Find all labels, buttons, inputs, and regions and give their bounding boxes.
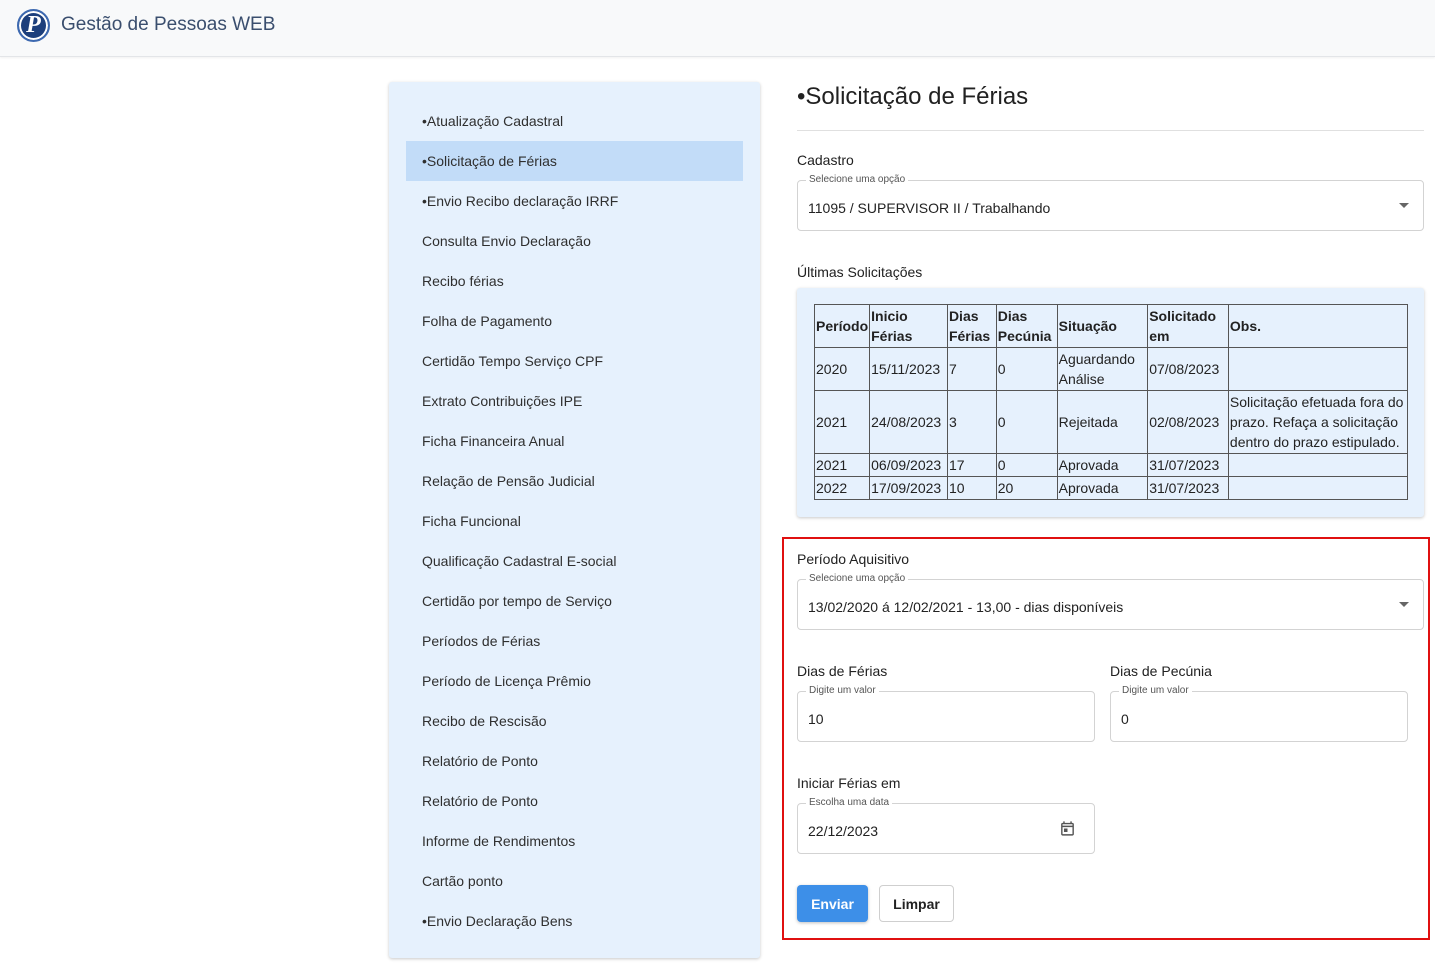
calendar-icon[interactable] <box>1059 820 1076 837</box>
logo-icon: P <box>17 9 50 42</box>
col-header-situacao: Situação <box>1056 304 1149 348</box>
iniciar-ferias-label: Iniciar Férias em <box>797 775 901 791</box>
dias-pecunia-legend: Digite um valor <box>1119 685 1192 697</box>
cell-situacao: Rejeitada <box>1056 390 1149 454</box>
cell-dias-ferias: 17 <box>946 453 997 477</box>
cell-solicitado: 31/07/2023 <box>1147 453 1229 477</box>
sidebar-item-ficha-financeira-anual[interactable]: Ficha Financeira Anual <box>406 421 743 461</box>
cell-situacao: Aprovada <box>1056 476 1149 500</box>
cadastro-label: Cadastro <box>797 152 854 168</box>
table-header-row: Período Inicio Férias Dias Férias Dias Pecú… <box>813 304 1409 348</box>
sidebar-item-licenca-premio[interactable]: Período de Licença Prêmio <box>406 661 743 701</box>
ultimas-solicitacoes-card: Período Inicio Férias Dias Férias Dias Pecú… <box>797 288 1424 517</box>
col-header-inicio-ferias: Inicio Férias <box>869 304 948 348</box>
cadastro-select[interactable]: Selecione uma opção 11095 / SUPERVISOR I… <box>797 174 1424 231</box>
sidebar-item-recibo-ferias[interactable]: Recibo férias <box>406 261 743 301</box>
solicitacoes-table: Período Inicio Férias Dias Férias Dias Pecú… <box>813 304 1409 500</box>
dias-pecunia-input[interactable]: Digite um valor 0 <box>1110 685 1408 742</box>
cell-inicio: 06/09/2023 <box>869 453 948 477</box>
cell-obs: Solicitação efetuada fora do prazo. Refaç… <box>1227 390 1409 454</box>
col-header-dias-ferias: Dias Férias <box>946 304 997 348</box>
periodo-aquisitivo-value: 13/02/2020 á 12/02/2021 - 13,00 - dias d… <box>808 599 1124 615</box>
sidebar-item-extrato-contribuicoes-ipe[interactable]: Extrato Contribuições IPE <box>406 381 743 421</box>
sidebar-item-envio-recibo-irrf[interactable]: •Envio Recibo declaração IRRF <box>406 181 743 221</box>
cell-solicitado: 07/08/2023 <box>1147 347 1229 391</box>
sidebar-item-consulta-envio-declaracao[interactable]: Consulta Envio Declaração <box>406 221 743 261</box>
cell-obs <box>1227 476 1409 500</box>
cell-inicio: 15/11/2023 <box>869 347 948 391</box>
cadastro-value: 11095 / SUPERVISOR II / Trabalhando <box>808 200 1051 216</box>
cell-periodo: 2020 <box>813 347 871 391</box>
periodo-aquisitivo-select[interactable]: Selecione uma opção 13/02/2020 á 12/02/2… <box>797 573 1424 630</box>
col-header-periodo: Período <box>813 304 871 348</box>
iniciar-ferias-value: 22/12/2023 <box>808 823 879 839</box>
iniciar-ferias-legend: Escolha uma data <box>806 797 893 809</box>
sidebar-item-periodos-ferias[interactable]: Períodos de Férias <box>406 621 743 661</box>
table-row: 2022 17/09/2023 10 20 Aprovada 31/07/202… <box>813 476 1409 500</box>
cell-periodo: 2021 <box>813 390 871 454</box>
cell-dias-ferias: 7 <box>946 347 997 391</box>
col-header-obs: Obs. <box>1227 304 1409 348</box>
app-bar: P Gestão de Pessoas WEB <box>0 0 1435 57</box>
sidebar-item-ficha-funcional[interactable]: Ficha Funcional <box>406 501 743 541</box>
cell-inicio: 17/09/2023 <box>869 476 948 500</box>
table-row: 2021 06/09/2023 17 0 Aprovada 31/07/2023 <box>813 453 1409 477</box>
dias-ferias-input[interactable]: Digite um valor 10 <box>797 685 1095 742</box>
dias-pecunia-label: Dias de Pecúnia <box>1110 663 1212 679</box>
app-title: Gestão de Pessoas WEB <box>61 14 276 35</box>
sidebar-item-relatorio-ponto-2[interactable]: Relatório de Ponto <box>406 781 743 821</box>
iniciar-ferias-date-input[interactable]: Escolha uma data 22/12/2023 <box>797 797 1095 854</box>
cell-obs <box>1227 347 1409 391</box>
sidebar-item-cartao-ponto[interactable]: Cartão ponto <box>406 861 743 901</box>
cell-situacao: Aguardando Análise <box>1056 347 1149 391</box>
sidebar-item-atualizacao-cadastral[interactable]: •Atualização Cadastral <box>406 101 743 141</box>
chevron-down-icon <box>1399 602 1409 607</box>
periodo-aquisitivo-legend: Selecione uma opção <box>806 573 909 585</box>
sidebar-item-certidao-tempo-servico-cpf[interactable]: Certidão Tempo Serviço CPF <box>406 341 743 381</box>
dias-ferias-legend: Digite um valor <box>806 685 879 697</box>
cadastro-legend: Selecione uma opção <box>806 174 909 186</box>
cell-dias-ferias: 3 <box>946 390 997 454</box>
cell-dias-pecunia: 20 <box>995 476 1058 500</box>
sidebar-item-qualificacao-cadastral[interactable]: Qualificação Cadastral E-social <box>406 541 743 581</box>
page-title: •Solicitação de Férias <box>797 83 1029 110</box>
cell-dias-pecunia: 0 <box>995 390 1058 454</box>
cell-dias-ferias: 10 <box>946 476 997 500</box>
chevron-down-icon <box>1399 203 1409 208</box>
col-header-dias-pecunia: Dias Pecúnia <box>995 304 1058 348</box>
cell-dias-pecunia: 0 <box>995 347 1058 391</box>
sidebar-item-informe-rendimentos[interactable]: Informe de Rendimentos <box>406 821 743 861</box>
sidebar-item-envio-declaracao-bens[interactable]: •Envio Declaração Bens <box>406 901 743 941</box>
col-header-solicitado-em: Solicitado em <box>1147 304 1229 348</box>
sidebar-item-folha-pagamento[interactable]: Folha de Pagamento <box>406 301 743 341</box>
limpar-button[interactable]: Limpar <box>879 885 954 922</box>
dias-ferias-value: 10 <box>808 711 824 727</box>
sidebar-item-relatorio-ponto[interactable]: Relatório de Ponto <box>406 741 743 781</box>
cell-obs <box>1227 453 1409 477</box>
dias-pecunia-value: 0 <box>1121 711 1129 727</box>
enviar-button[interactable]: Enviar <box>797 885 868 922</box>
sidebar-menu: •Atualização Cadastral •Solicitação de F… <box>389 82 760 958</box>
sidebar-item-certidao-tempo-servico[interactable]: Certidão por tempo de Serviço <box>406 581 743 621</box>
title-divider <box>797 130 1424 131</box>
ultimas-solicitacoes-label: Últimas Solicitações <box>797 264 923 280</box>
cell-dias-pecunia: 0 <box>995 453 1058 477</box>
cell-solicitado: 31/07/2023 <box>1147 476 1229 500</box>
table-row: 2020 15/11/2023 7 0 Aguardando Análise 07… <box>813 347 1409 391</box>
periodo-aquisitivo-label: Período Aquisitivo <box>797 551 910 567</box>
cell-inicio: 24/08/2023 <box>869 390 948 454</box>
cell-periodo: 2022 <box>813 476 871 500</box>
cell-periodo: 2021 <box>813 453 871 477</box>
dias-ferias-label: Dias de Férias <box>797 663 888 679</box>
sidebar-item-relacao-pensao-judicial[interactable]: Relação de Pensão Judicial <box>406 461 743 501</box>
table-row: 2021 24/08/2023 3 0 Rejeitada 02/08/2023… <box>813 390 1409 454</box>
cell-solicitado: 02/08/2023 <box>1147 390 1229 454</box>
sidebar-item-solicitacao-ferias[interactable]: •Solicitação de Férias <box>406 141 743 181</box>
cell-situacao: Aprovada <box>1056 453 1149 477</box>
sidebar-item-recibo-rescisao[interactable]: Recibo de Rescisão <box>406 701 743 741</box>
